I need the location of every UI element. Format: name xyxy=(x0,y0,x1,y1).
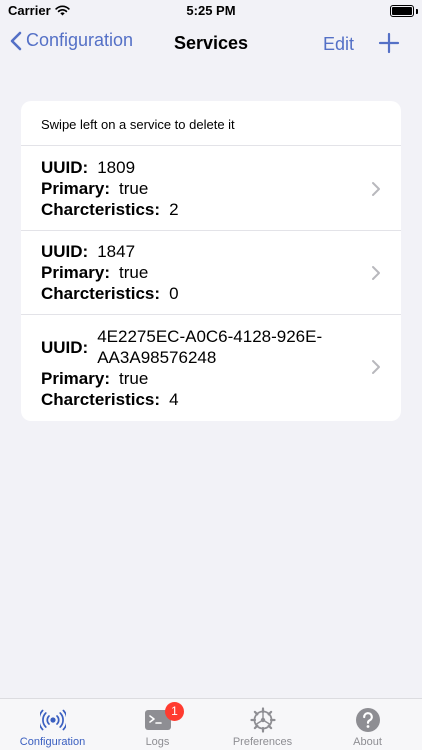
tab-bar: Configuration 1 Logs Preferences About xyxy=(0,698,422,750)
uuid-line: UUID: 1847 xyxy=(41,241,401,262)
tab-logs[interactable]: 1 Logs xyxy=(105,699,210,750)
service-row[interactable]: UUID: 1847 Primary: true Charcteristics:… xyxy=(21,231,401,315)
service-row[interactable]: UUID: 4E2275EC-A0C6-4128-926E-AA3A985762… xyxy=(21,315,401,420)
nav-bar: Configuration Services Edit xyxy=(0,24,422,64)
screen: Carrier 5:25 PM Configuration Services E… xyxy=(0,0,422,750)
primary-value: true xyxy=(118,179,149,198)
gear-icon xyxy=(250,707,276,733)
swipe-hint: Swipe left on a service to delete it xyxy=(21,101,401,146)
status-bar: Carrier 5:25 PM xyxy=(0,0,422,24)
service-row[interactable]: UUID: 1809 Primary: true Charcteristics:… xyxy=(21,146,401,231)
primary-label: Primary: xyxy=(41,369,110,388)
uuid-line: UUID: 1809 xyxy=(41,157,401,178)
chevron-right-icon xyxy=(372,360,380,374)
primary-line: Primary: true xyxy=(41,368,401,389)
status-time: 5:25 PM xyxy=(186,3,236,18)
characteristics-value: 0 xyxy=(169,284,179,303)
characteristics-label: Charcteristics: xyxy=(41,284,161,303)
plus-icon[interactable] xyxy=(378,32,400,54)
battery-icon xyxy=(390,5,414,17)
notification-badge: 1 xyxy=(165,702,184,721)
tab-about[interactable]: About xyxy=(315,699,420,750)
tab-label: Configuration xyxy=(19,736,86,748)
primary-value: true xyxy=(118,369,149,388)
primary-line: Primary: true xyxy=(41,178,401,199)
characteristics-label: Charcteristics: xyxy=(41,390,161,409)
tab-label: About xyxy=(353,736,382,748)
battery-cap xyxy=(416,9,418,14)
characteristics-line: Charcteristics: 0 xyxy=(41,283,401,304)
characteristics-value: 4 xyxy=(169,390,179,409)
uuid-value: 1809 xyxy=(97,158,136,177)
uuid-value: 4E2275EC-A0C6-4128-926E-AA3A98576248 xyxy=(97,327,323,367)
uuid-label: UUID: xyxy=(41,158,89,177)
tab-label: Logs xyxy=(145,736,170,748)
tab-label: Preferences xyxy=(232,736,293,748)
uuid-label: UUID: xyxy=(41,337,89,357)
chevron-right-icon xyxy=(372,182,380,196)
uuid-line: UUID: 4E2275EC-A0C6-4128-926E-AA3A985762… xyxy=(41,326,401,368)
uuid-value: 1847 xyxy=(97,242,136,261)
back-label: Configuration xyxy=(26,30,134,50)
chevron-right-icon xyxy=(372,266,380,280)
primary-label: Primary: xyxy=(41,263,110,282)
question-icon xyxy=(356,708,380,732)
characteristics-value: 2 xyxy=(169,200,179,219)
tab-configuration[interactable]: Configuration xyxy=(0,699,105,750)
characteristics-label: Charcteristics: xyxy=(41,200,161,219)
characteristics-line: Charcteristics: 2 xyxy=(41,199,401,220)
services-card: Swipe left on a service to delete it UUI… xyxy=(21,101,401,421)
uuid-label: UUID: xyxy=(41,242,89,261)
tab-preferences[interactable]: Preferences xyxy=(210,699,315,750)
characteristics-line: Charcteristics: 4 xyxy=(41,389,401,410)
primary-line: Primary: true xyxy=(41,262,401,283)
back-button[interactable]: Configuration xyxy=(10,30,133,51)
primary-value: true xyxy=(118,263,149,282)
edit-button[interactable]: Edit xyxy=(323,34,354,55)
chevron-left-icon xyxy=(10,31,22,50)
primary-label: Primary: xyxy=(41,179,110,198)
broadcast-icon xyxy=(40,709,66,731)
